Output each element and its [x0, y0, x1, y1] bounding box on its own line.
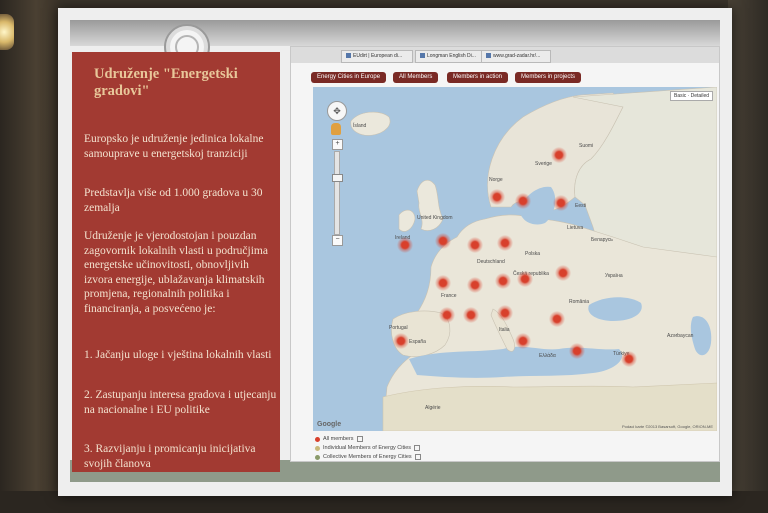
slide-list-item-2: 2. Zastupanju interesa gradova i utjecan…: [84, 389, 277, 416]
member-marker[interactable]: [555, 265, 571, 281]
nav-members-in-projects[interactable]: Members in projects: [515, 72, 582, 83]
map-label-ukraina: Україна: [605, 273, 623, 279]
street-view-pegman-icon[interactable]: [331, 123, 341, 135]
slide-list-item-3: 3. Razvijanju i promicanju inicijativa s…: [84, 443, 256, 470]
marker-dot-icon: [315, 455, 320, 460]
marker-dot-icon: [315, 446, 320, 451]
map-label-suomi: Suomi: [579, 143, 594, 149]
browser-tab-2[interactable]: Longman English Di...: [415, 50, 483, 63]
member-marker[interactable]: [569, 343, 585, 359]
browser-tab-3[interactable]: www.grad-zadar.hr/...: [481, 50, 551, 63]
legend-collective-members[interactable]: Collective Members of Energy Cities: [313, 453, 713, 462]
map-label-romania: România: [569, 299, 590, 305]
map-label-azerbaijan: Azərbaycan: [667, 333, 694, 339]
zoom-in-button[interactable]: +: [332, 139, 343, 150]
member-marker[interactable]: [463, 307, 479, 323]
page-nav: Energy Cities in Europe All Members Memb…: [311, 72, 711, 86]
member-marker[interactable]: [497, 235, 513, 251]
slide-title: Udruženje "Energetski gradovi": [94, 66, 238, 99]
nav-members-in-action[interactable]: Members in action: [447, 72, 509, 83]
map-label-algerie: Algérie: [425, 405, 441, 411]
member-marker[interactable]: [551, 147, 567, 163]
browser-tab-bar: EUdirt | European di... Longman English …: [291, 47, 719, 63]
map-label-uk: United Kingdom: [417, 215, 453, 221]
member-marker[interactable]: [397, 237, 413, 253]
map-label-belarus: Беларусь: [591, 237, 613, 243]
zoom-out-button[interactable]: −: [332, 235, 343, 246]
legend-all-members[interactable]: All members: [313, 435, 713, 444]
map-land-shapes: [350, 87, 717, 431]
member-marker[interactable]: [435, 233, 451, 249]
zoom-slider-knob[interactable]: [332, 174, 343, 182]
slide-paragraph-2: Predstavlja više od 1.000 gradova u 30 z…: [84, 187, 263, 214]
member-marker[interactable]: [553, 195, 569, 211]
favicon-icon: [486, 53, 491, 59]
member-marker[interactable]: [517, 271, 533, 287]
map-label-portugal: Portugal: [389, 325, 408, 331]
member-marker[interactable]: [467, 277, 483, 293]
wall-lamp: [0, 14, 14, 50]
favicon-icon: [346, 53, 351, 59]
map-label-ellada: Ελλάδα: [539, 353, 556, 359]
room-wall-right: [728, 0, 768, 513]
map-copyright: Podaci karte ©2013 Basarsoft, Google, OR…: [622, 424, 713, 429]
nav-all-members[interactable]: All Members: [393, 72, 439, 83]
slide-paragraph-3: Udruženje je vjerodostojan i pouzdan zag…: [84, 230, 268, 315]
member-marker[interactable]: [495, 273, 511, 289]
map-label-lietuva: Lietuva: [567, 225, 584, 231]
member-marker[interactable]: [435, 275, 451, 291]
map-label-iceland: Ísland: [353, 123, 367, 129]
member-marker[interactable]: [549, 311, 565, 327]
member-marker[interactable]: [467, 237, 483, 253]
legend-individual-members[interactable]: Individual Members of Energy Cities: [313, 444, 713, 453]
member-marker[interactable]: [489, 189, 505, 205]
map-legend: All members Individual Members of Energy…: [313, 435, 713, 462]
slide-text-panel: Udruženje "Energetski gradovi" Europsko …: [72, 52, 280, 472]
room-wall-left: [0, 0, 60, 513]
member-marker[interactable]: [497, 305, 513, 321]
map-label-deutschland: Deutschland: [477, 259, 505, 265]
slide-paragraph-1: Europsko je udruženje jedinica lokalne s…: [84, 133, 264, 160]
projection-screen: Udruženje "Energetski gradovi" Europsko …: [58, 8, 732, 496]
member-marker[interactable]: [515, 333, 531, 349]
map-label-espana: España: [409, 339, 426, 345]
map-label-sverige: Sverige: [535, 161, 552, 167]
europe-map[interactable]: Basic · Detailed ✥ + − Ísland Norge Sver…: [313, 87, 717, 431]
google-logo: Google: [317, 421, 342, 428]
browser-window: EUdirt | European di... Longman English …: [290, 46, 720, 462]
member-marker[interactable]: [515, 193, 531, 209]
pan-control-icon[interactable]: ✥: [327, 101, 347, 121]
member-marker[interactable]: [621, 351, 637, 367]
checkbox-icon[interactable]: [414, 444, 421, 451]
zoom-slider[interactable]: [332, 151, 343, 235]
map-label-norge: Norge: [489, 177, 503, 183]
marker-dot-icon: [315, 437, 320, 442]
member-marker[interactable]: [393, 333, 409, 349]
slide-list-item-1: 1. Jačanju uloge i vještina lokalnih vla…: [84, 349, 272, 361]
favicon-icon: [420, 53, 425, 59]
member-marker[interactable]: [439, 307, 455, 323]
browser-tab-1[interactable]: EUdirt | European di...: [341, 50, 413, 63]
map-label-france: France: [441, 293, 457, 299]
map-label-italia: Italia: [499, 327, 510, 333]
map-label-eesti: Eesti: [575, 203, 587, 209]
map-type-control[interactable]: Basic · Detailed: [669, 91, 713, 101]
nav-energy-cities-in-europe[interactable]: Energy Cities in Europe: [311, 72, 387, 83]
map-label-polska: Polska: [525, 251, 541, 257]
checkbox-icon[interactable]: [356, 435, 363, 442]
checkbox-icon[interactable]: [414, 453, 421, 460]
